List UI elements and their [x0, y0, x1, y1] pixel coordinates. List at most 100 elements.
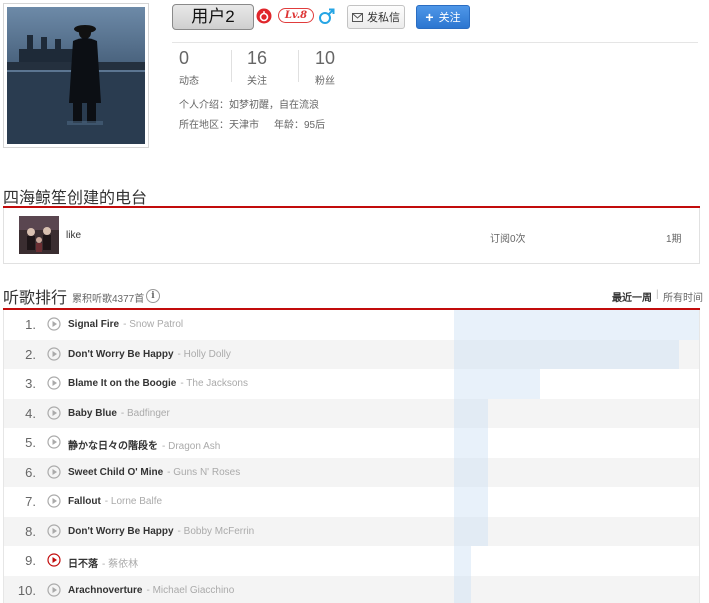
radio-episodes: 1期	[666, 234, 682, 245]
play-count-bar	[454, 575, 471, 603]
song-rank: 1.	[25, 317, 36, 332]
song-rank: 3.	[25, 376, 36, 391]
song-artist[interactable]: The Jacksons	[180, 378, 248, 389]
song-rank: 9.	[25, 553, 36, 568]
username-button[interactable]: 用户2	[172, 4, 254, 30]
radio-cover-image	[19, 216, 59, 254]
song-rank: 6.	[25, 464, 36, 480]
stat-divider	[231, 50, 232, 82]
tab-separator: |	[656, 289, 659, 300]
follow-label: 关注	[438, 12, 461, 24]
follow-button[interactable]: + 关注	[416, 5, 470, 29]
stat-events[interactable]: 0 动态	[179, 48, 199, 87]
song-artist[interactable]: 蔡依林	[102, 559, 138, 570]
song-title[interactable]: Fallout	[68, 496, 101, 507]
song-title[interactable]: 日不落	[68, 559, 98, 570]
song-row[interactable]: 2. Don't Worry Be Happy Holly Dolly	[4, 339, 699, 369]
song-title[interactable]: Blame It on the Boogie	[68, 378, 176, 389]
play-icon[interactable]	[47, 405, 61, 420]
send-message-label: 发私信	[367, 12, 400, 24]
play-icon[interactable]	[47, 464, 61, 479]
play-count-bar	[454, 487, 488, 517]
song-info: Fallout Lorne Balfe	[68, 496, 162, 507]
song-row[interactable]: 1. Signal Fire Snow Patrol	[4, 310, 699, 340]
playing-icon[interactable]	[47, 553, 61, 567]
play-count-bar	[454, 310, 699, 340]
song-row[interactable]: 4. Baby Blue Badfinger	[4, 398, 699, 428]
song-artist[interactable]: Snow Patrol	[123, 319, 183, 330]
profile-age: 年龄：95后	[274, 120, 326, 131]
play-icon[interactable]	[47, 494, 61, 508]
radio-cover[interactable]	[19, 216, 59, 254]
song-artist[interactable]: Lorne Balfe	[105, 496, 162, 507]
stat-value: 16	[247, 48, 268, 68]
play-count-bar	[454, 428, 488, 458]
song-artist[interactable]: Michael Giacchino	[146, 585, 234, 596]
song-rank: 8.	[25, 523, 36, 539]
stat-following[interactable]: 16 关注	[247, 48, 267, 87]
level-badge[interactable]: Lv.8	[278, 8, 314, 23]
ranking-title: 听歌排行	[3, 290, 68, 307]
play-icon[interactable]	[47, 376, 61, 390]
song-info: Arachnoverture Michael Giacchino	[68, 585, 234, 596]
song-artist[interactable]: Badfinger	[121, 408, 170, 419]
plus-icon: +	[425, 9, 434, 25]
song-rank: 7.	[25, 494, 36, 509]
stat-divider	[298, 50, 299, 82]
user-avatar[interactable]	[3, 3, 149, 148]
song-row[interactable]: 5. 静かな日々の階段を Dragon Ash	[4, 428, 699, 458]
play-icon[interactable]	[47, 317, 61, 331]
tab-recent-week[interactable]: 最近一周	[612, 289, 652, 304]
stat-label: 动态	[179, 76, 199, 87]
play-icon[interactable]	[47, 346, 61, 361]
play-icon[interactable]	[47, 523, 61, 538]
song-info: Sweet Child O' Mine Guns N' Roses	[68, 467, 240, 478]
play-count-bar	[454, 339, 679, 369]
song-rank: 2.	[25, 346, 36, 362]
envelope-icon	[352, 12, 363, 22]
song-artist[interactable]: Dragon Ash	[162, 441, 220, 452]
song-ranking-list: 1. Signal Fire Snow Patrol 2. Don't Worry Be…	[3, 310, 700, 603]
song-rank: 5.	[25, 435, 36, 450]
song-row[interactable]: 6. Sweet Child O' Mine Guns N' Roses	[4, 457, 699, 487]
song-artist[interactable]: Guns N' Roses	[167, 467, 240, 478]
avatar-image	[7, 7, 145, 144]
song-title[interactable]: Signal Fire	[68, 319, 119, 330]
info-icon[interactable]: i	[146, 289, 160, 303]
song-artist[interactable]: Bobby McFerrin	[178, 526, 255, 537]
song-info: Don't Worry Be Happy Holly Dolly	[68, 349, 231, 360]
song-row[interactable]: 9. 日不落蔡依林	[4, 546, 699, 576]
song-title[interactable]: Don't Worry Be Happy	[68, 526, 174, 537]
song-title[interactable]: 静かな日々の階段を	[68, 441, 158, 452]
radio-name[interactable]: like	[66, 230, 81, 241]
song-info: 静かな日々の階段を Dragon Ash	[68, 437, 220, 452]
song-row[interactable]: 8. Don't Worry Be Happy Bobby McFerrin	[4, 516, 699, 546]
song-title[interactable]: Don't Worry Be Happy	[68, 349, 174, 360]
vip-music-icon[interactable]	[256, 8, 272, 24]
song-artist[interactable]: Holly Dolly	[178, 349, 231, 360]
stat-followers[interactable]: 10 粉丝	[315, 48, 335, 87]
radio-item[interactable]: like 订阅0次 1期	[3, 208, 700, 264]
radio-section-title: 四海鲸笙创建的电台	[3, 190, 148, 207]
song-title[interactable]: Sweet Child O' Mine	[68, 467, 163, 478]
song-row[interactable]: 3. Blame It on the Boogie The Jacksons	[4, 369, 699, 399]
play-count-bar	[454, 516, 488, 546]
send-message-button[interactable]: 发私信	[347, 5, 405, 29]
song-title[interactable]: Baby Blue	[68, 408, 117, 419]
tab-all-time[interactable]: 所有时间	[663, 289, 703, 304]
song-rank: 10.	[17, 582, 36, 598]
song-info: Baby Blue Badfinger	[68, 408, 170, 419]
radio-subscriptions: 订阅0次	[490, 234, 526, 245]
song-info: Don't Worry Be Happy Bobby McFerrin	[68, 526, 254, 537]
header-divider	[172, 42, 698, 43]
profile-location: 所在地区：天津市	[179, 120, 259, 131]
play-icon[interactable]	[47, 435, 61, 449]
song-title[interactable]: Arachnoverture	[68, 585, 142, 596]
stat-label: 关注	[247, 76, 267, 87]
song-row[interactable]: 7. Fallout Lorne Balfe	[4, 487, 699, 517]
song-row[interactable]: 10. Arachnoverture Michael Giacchino	[4, 575, 699, 603]
song-info: 日不落蔡依林	[68, 555, 138, 570]
stat-value: 10	[315, 48, 336, 68]
play-count-bar	[454, 398, 488, 428]
play-icon[interactable]	[47, 582, 61, 597]
